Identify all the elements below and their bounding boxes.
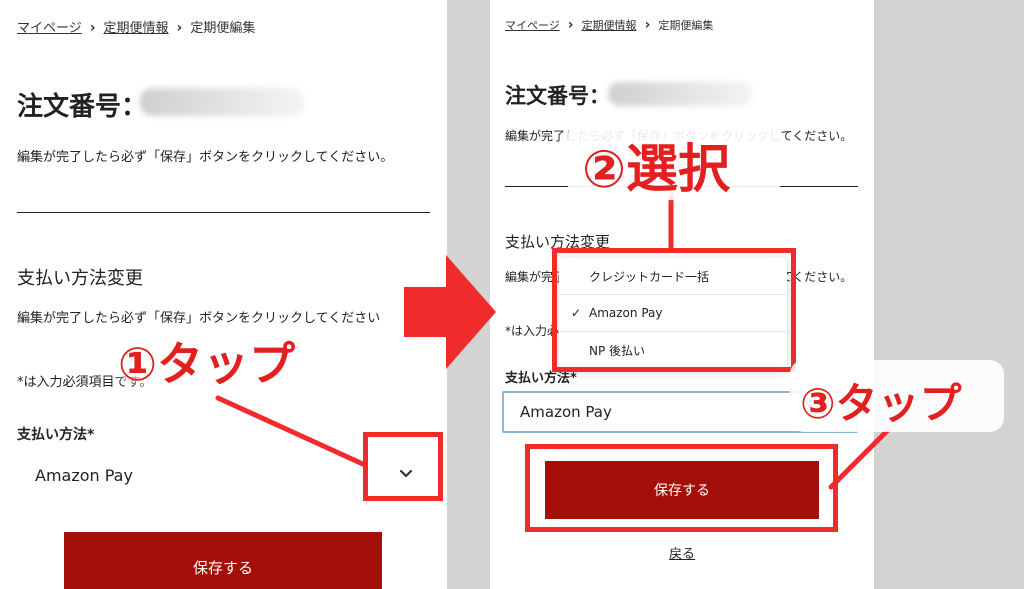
- blurred-order-number: [608, 82, 753, 106]
- section-reminder-text: 編集が完了したら必ず「保存」ボタンをクリックしてください: [17, 311, 381, 326]
- payment-method-select[interactable]: Amazon Pay: [35, 466, 133, 485]
- highlight-dropdown: [552, 248, 796, 372]
- breadcrumb-subscription-info-link[interactable]: 定期便情報: [582, 19, 637, 32]
- annotation-step3: ③タップ: [800, 379, 962, 428]
- breadcrumb: マイページ › 定期便情報 › 定期便編集: [17, 17, 255, 36]
- breadcrumb-subscription-info-link[interactable]: 定期便情報: [104, 21, 169, 36]
- page-title: 注文番号：: [17, 92, 148, 122]
- chevron-right-icon: ›: [176, 20, 183, 36]
- save-button[interactable]: 保存する: [64, 532, 382, 589]
- page-title: 注文番号：: [505, 84, 610, 108]
- save-reminder-text: 編集が完了したら必ず「保存」ボタンをクリックしてください。: [17, 150, 394, 165]
- chevron-right-icon: ›: [644, 17, 651, 33]
- breadcrumb-mypage-link[interactable]: マイページ: [505, 19, 560, 32]
- arrow-right-icon: [404, 255, 496, 369]
- breadcrumb: マイページ › 定期便情報 › 定期便編集: [505, 17, 713, 33]
- highlight-save-button: [525, 444, 838, 532]
- highlight-chevron: [363, 432, 443, 501]
- section-title: 支払い方法変更: [17, 268, 143, 289]
- breadcrumb-mypage-link[interactable]: マイページ: [17, 21, 82, 36]
- payment-method-label: 支払い方法*: [17, 427, 95, 443]
- annotation-step2: ②選択: [582, 140, 731, 200]
- breadcrumb-current: 定期便編集: [190, 21, 256, 36]
- back-link[interactable]: 戻る: [669, 543, 695, 562]
- annotation-step1: ①タップ: [118, 337, 295, 391]
- chevron-right-icon: ›: [89, 20, 96, 36]
- payment-method-value: Amazon Pay: [520, 403, 612, 421]
- divider: [17, 212, 430, 213]
- chevron-right-icon: ›: [567, 17, 574, 33]
- blurred-order-number: [140, 88, 305, 116]
- breadcrumb-current: 定期便編集: [658, 19, 714, 32]
